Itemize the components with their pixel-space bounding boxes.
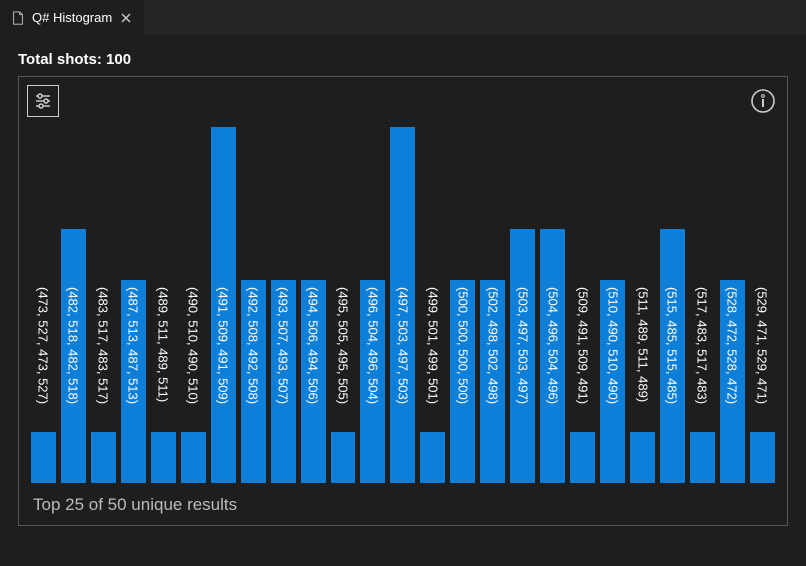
bar-label: (489, 511, 489, 511) (156, 287, 171, 402)
bar-slot: (494, 506, 494, 506) (301, 127, 326, 483)
bar-slot: (491, 509, 491, 509) (211, 127, 236, 483)
bar-slot: (510, 490, 510, 490) (600, 127, 625, 483)
histogram-bar[interactable] (540, 229, 565, 483)
bar-label: (509, 491, 509, 491) (575, 287, 590, 404)
bar-slot: (528, 472, 528, 472) (720, 127, 745, 483)
bar-slot: (529, 471, 529, 471) (750, 127, 775, 483)
bar-slot: (489, 511, 489, 511) (151, 127, 176, 483)
bar-slot: (490, 510, 490, 510) (181, 127, 206, 483)
histogram-bar[interactable] (91, 432, 116, 483)
info-icon (750, 88, 776, 114)
bar-slot: (499, 501, 499, 501) (420, 127, 445, 483)
bar-label: (473, 527, 473, 527) (36, 287, 51, 404)
settings-sliders-icon (33, 91, 53, 111)
histogram-chart: (473, 527, 473, 527) (482, 518, 482, 518)… (31, 127, 775, 483)
histogram-bar[interactable] (420, 432, 445, 483)
tab-title: Q# Histogram (32, 10, 112, 25)
histogram-bar[interactable] (480, 280, 505, 483)
bar-label: (495, 505, 495, 505) (336, 287, 351, 404)
bar-slot: (502, 498, 502, 498) (480, 127, 505, 483)
file-icon (10, 10, 26, 26)
bar-slot: (515, 485, 515, 485) (660, 127, 685, 483)
histogram-bar[interactable] (450, 280, 475, 483)
bar-label: (511, 489, 511, 489) (635, 287, 650, 402)
bar-slot: (493, 507, 493, 507) (271, 127, 296, 483)
histogram-bar[interactable] (181, 432, 206, 483)
histogram-bar[interactable] (211, 127, 236, 483)
bar-slot: (496, 504, 496, 504) (360, 127, 385, 483)
tab-bar: Q# Histogram (0, 0, 806, 35)
histogram-caption: Top 25 of 50 unique results (33, 495, 237, 515)
histogram-bar[interactable] (151, 432, 176, 483)
bar-label: (483, 517, 483, 517) (96, 287, 111, 404)
bar-slot: (487, 513, 487, 513) (121, 127, 146, 483)
histogram-bar[interactable] (61, 229, 86, 483)
histogram-bar[interactable] (121, 280, 146, 483)
bar-slot: (495, 505, 495, 505) (331, 127, 356, 483)
content: Total shots: 100 ( (0, 35, 806, 544)
histogram-bar[interactable] (570, 432, 595, 483)
bar-slot: (473, 527, 473, 527) (31, 127, 56, 483)
bar-slot: (492, 508, 492, 508) (241, 127, 266, 483)
bar-slot: (482, 518, 482, 518) (61, 127, 86, 483)
bar-slot: (504, 496, 504, 496) (540, 127, 565, 483)
histogram-bar[interactable] (660, 229, 685, 483)
histogram-bar[interactable] (750, 432, 775, 483)
bar-label: (490, 510, 490, 510) (186, 287, 201, 404)
histogram-bar[interactable] (630, 432, 655, 483)
bar-slot: (503, 497, 503, 497) (510, 127, 535, 483)
bar-slot: (517, 483, 517, 483) (690, 127, 715, 483)
tab-qsharp-histogram[interactable]: Q# Histogram (0, 0, 145, 35)
bar-label: (529, 471, 529, 471) (755, 287, 770, 404)
histogram-bar[interactable] (271, 280, 296, 483)
info-button[interactable] (749, 87, 777, 115)
histogram-bar[interactable] (360, 280, 385, 483)
histogram-bar[interactable] (600, 280, 625, 483)
bar-slot: (497, 503, 497, 503) (390, 127, 415, 483)
settings-button[interactable] (27, 85, 59, 117)
histogram-panel: (473, 527, 473, 527) (482, 518, 482, 518)… (18, 76, 788, 526)
bar-slot: (509, 491, 509, 491) (570, 127, 595, 483)
histogram-bar[interactable] (720, 280, 745, 483)
histogram-bar[interactable] (331, 432, 356, 483)
total-shots-label: Total shots: 100 (18, 51, 788, 68)
histogram-bar[interactable] (390, 127, 415, 483)
bar-slot: (500, 500, 500, 500) (450, 127, 475, 483)
bar-label: (499, 501, 499, 501) (425, 287, 440, 404)
bar-label: (517, 483, 517, 483) (695, 287, 710, 404)
bar-slot: (511, 489, 511, 489) (630, 127, 655, 483)
close-icon[interactable] (118, 10, 134, 26)
histogram-bar[interactable] (241, 280, 266, 483)
histogram-bar[interactable] (301, 280, 326, 483)
histogram-bar[interactable] (31, 432, 56, 483)
histogram-bar[interactable] (510, 229, 535, 483)
bar-slot: (483, 517, 483, 517) (91, 127, 116, 483)
histogram-bar[interactable] (690, 432, 715, 483)
